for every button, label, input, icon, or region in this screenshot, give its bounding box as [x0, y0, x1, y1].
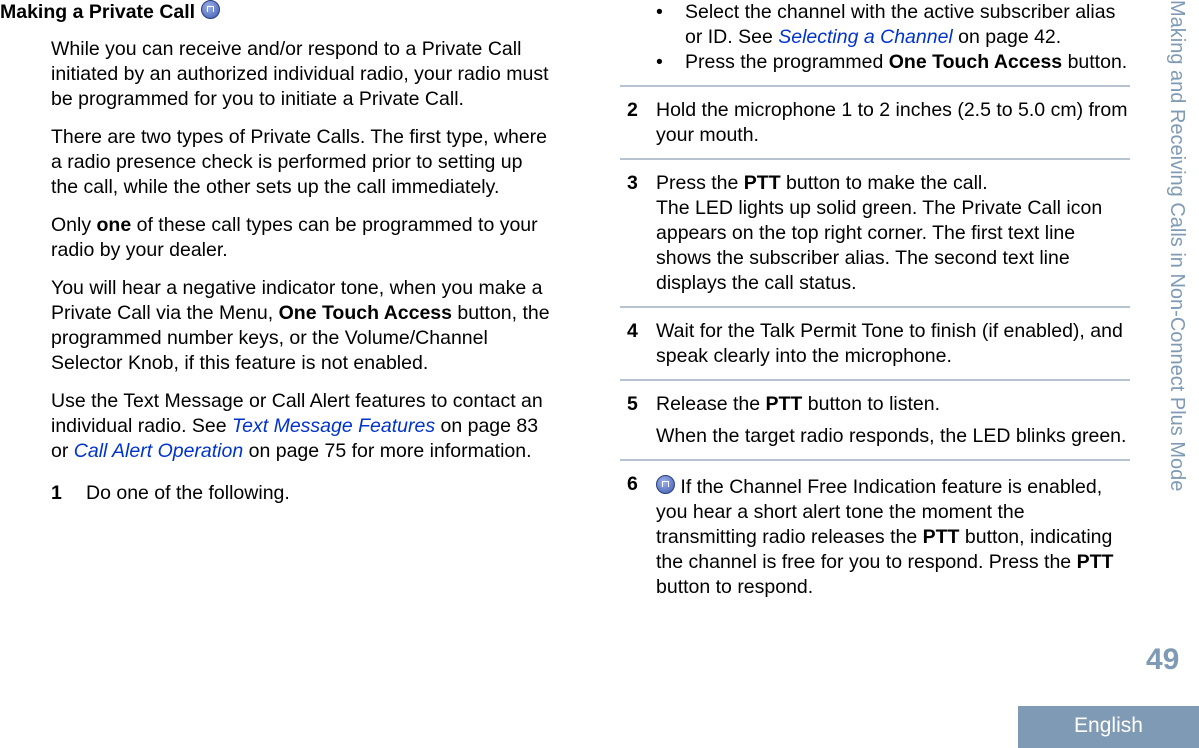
feature-icon — [200, 0, 220, 19]
page-number: 49 — [1146, 643, 1180, 676]
step-4: 4 Wait for the Talk Permit Tone to finish… — [620, 306, 1130, 379]
text-message-link[interactable]: Text Message Features — [232, 415, 435, 437]
paragraph: Use the Text Message or Call Alert featu… — [51, 390, 543, 462]
step-2: 2 Hold the microphone 1 to 2 inches (2.5 … — [620, 85, 1130, 158]
paragraph: Only one of these call types can be prog… — [51, 214, 538, 261]
right-column: • Select the channel with the active subs… — [620, 0, 1130, 610]
feature-icon — [656, 475, 675, 494]
step-3: 3 Press the PTT button to make the call. T… — [620, 158, 1130, 306]
call-alert-link[interactable]: Call Alert Operation — [74, 440, 243, 462]
language-tab: English — [1018, 706, 1199, 748]
paragraph: You will hear a negative indicator tone,… — [51, 277, 550, 374]
step-1: 1 Do one of the following. — [51, 482, 290, 504]
bullet-item: • Press the programmed One Touch Access b… — [656, 51, 1128, 73]
step-5: 5 Release the PTT button to listen. When t… — [620, 379, 1130, 459]
selecting-channel-link[interactable]: Selecting a Channel — [778, 26, 953, 48]
step-6: 6 If the Channel Free Indication feature… — [620, 459, 1130, 610]
paragraph: There are two types of Private Calls. Th… — [51, 126, 548, 198]
paragraph: While you can receive and/or respond to … — [51, 38, 549, 110]
section-heading: Making a Private Call — [0, 0, 220, 25]
chapter-title: Making and Receiving Calls in Non-Connec… — [1166, 0, 1188, 492]
bullet-item: • Select the channel with the active subs… — [656, 1, 1116, 48]
left-column: While you can receive and/or respond to … — [51, 37, 551, 506]
